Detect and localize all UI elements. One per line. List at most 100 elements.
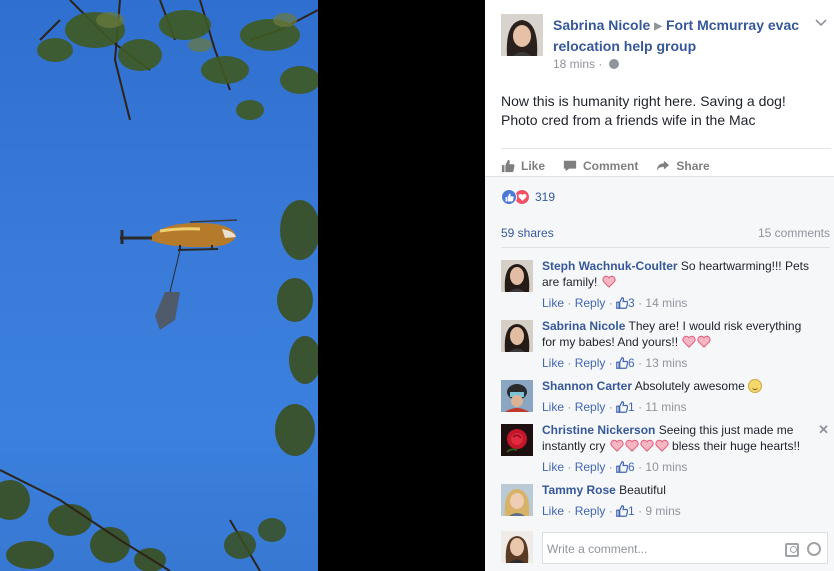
comment-button[interactable]: Comment [563,159,638,173]
comment-body: Shannon Carter Absolutely awesome [542,378,817,394]
author-name[interactable]: Sabrina Nicole [553,17,650,33]
comment-text: Beautiful [619,483,666,497]
meta-separator: · [598,57,603,71]
comment-body: Christine Nickerson Seeing this just mad… [542,422,817,454]
post-sidebar: Sabrina Nicole ▶ Fort Mcmurray evac reloca… [485,0,834,571]
post-text: Now this is humanity right here. Saving … [501,93,786,128]
composer-icons [785,542,821,557]
comment-like-link[interactable]: Like [542,400,564,414]
thumbs-up-icon [616,461,629,473]
share-button[interactable]: Share [656,158,710,173]
comment-item: Tammy Rose Beautiful Like · Reply · 1 · 9… [501,482,817,522]
heart-emoji-icon [682,335,697,348]
comment-like-link[interactable]: Like [542,460,564,474]
comment-footer: Like · Reply · 3 · 14 mins [542,296,687,310]
like-button[interactable]: Like [501,159,545,173]
comment-item: Shannon Carter Absolutely awesome Like ·… [501,378,817,418]
camera-icon[interactable] [785,543,799,557]
comment-body: Tammy Rose Beautiful [542,482,817,498]
separator: · [634,356,646,370]
heart-emoji-icon [625,439,639,452]
globe-icon [608,59,619,69]
comment-label: Comment [583,158,639,173]
photo-letterbox [318,0,485,571]
like-label: Like [521,158,546,173]
comment-timestamp[interactable]: 13 mins [645,356,687,370]
chevron-down-icon[interactable] [815,16,827,30]
separator: · [564,400,575,414]
commenter-avatar[interactable] [501,260,533,292]
comment-reply-link[interactable]: Reply [575,356,606,370]
photo-scene [0,0,318,571]
share-label: Share [676,158,710,173]
commenter-avatar[interactable] [501,380,533,412]
comment-text-trailing: bless their huge hearts!! [672,439,801,453]
comment-like-count[interactable]: 3 [628,296,635,310]
author-avatar[interactable] [501,14,543,56]
post-meta: 18 mins · [553,57,619,71]
comment-timestamp[interactable]: 14 mins [645,296,687,310]
arrow-right-icon: ▶ [654,21,662,32]
comment-like-link[interactable]: Like [542,296,564,310]
author-line: Sabrina Nicole ▶ Fort Mcmurray evac reloca… [553,16,808,56]
commenter-avatar[interactable] [501,424,533,456]
like-reaction-icon [501,189,517,205]
comment-reply-link[interactable]: Reply [575,504,606,518]
close-icon[interactable]: ✕ [818,422,829,438]
post-photo[interactable] [0,0,318,571]
comment-input[interactable]: Write a comment... [542,532,828,564]
comment-item: Christine Nickerson Seeing this just mad… [501,422,829,478]
comment-footer: Like · Reply · 6 · 13 mins [542,356,687,370]
commenter-name[interactable]: Tammy Rose [542,483,616,497]
separator: · [634,504,646,518]
commenter-name[interactable]: Steph Wachnuk-Coulter [542,259,678,273]
separator: · [605,460,617,474]
post-timestamp[interactable]: 18 mins [553,57,595,71]
share-comment-counts: 59 shares 15 comments [501,226,830,240]
separator: · [605,356,617,370]
comment-composer: Write a comment... [501,529,831,564]
thumbs-up-icon [616,401,629,413]
share-arrow-icon [657,160,670,171]
viewer-avatar [501,531,533,563]
comment-reply-link[interactable]: Reply [575,400,606,414]
comment-like-count[interactable]: 1 [628,400,635,414]
comment-reply-link[interactable]: Reply [575,296,606,310]
commenter-name[interactable]: Sabrina Nicole [542,319,625,333]
separator: · [605,296,617,310]
separator: · [564,296,575,310]
thumbs-up-icon [616,505,629,517]
comment-like-count[interactable]: 1 [628,504,635,518]
commenter-name[interactable]: Christine Nickerson [542,423,655,437]
comment-like-link[interactable]: Like [542,504,564,518]
thumbs-up-icon [501,159,515,172]
commenter-avatar[interactable] [501,320,533,352]
separator: · [605,400,617,414]
separator: · [634,296,646,310]
comment-like-count[interactable]: 6 [628,460,635,474]
comment-input-placeholder: Write a comment... [547,542,648,556]
comment-reply-link[interactable]: Reply [575,460,606,474]
separator: · [564,356,575,370]
comment-timestamp[interactable]: 11 mins [645,400,686,414]
comment-like-link[interactable]: Like [542,356,564,370]
comments-count[interactable]: 15 comments [758,226,830,240]
commenter-name[interactable]: Shannon Carter [542,379,632,393]
reaction-count: 319 [535,190,556,204]
heart-emoji-icon [655,439,669,452]
heart-emoji-icon [697,335,712,348]
shares-count[interactable]: 59 shares [501,226,554,240]
comment-timestamp[interactable]: 9 mins [645,504,680,518]
separator: · [634,460,646,474]
comment-timestamp[interactable]: 10 mins [645,460,687,474]
reaction-summary[interactable]: 319 [501,187,555,207]
emoji-icon[interactable] [807,542,821,556]
comment-item: Steph Wachnuk-Coulter So heartwarming!!!… [501,258,817,314]
commenter-avatar[interactable] [501,484,533,516]
comment-footer: Like · Reply · 1 · 9 mins [542,504,681,518]
comment-footer: Like · Reply · 6 · 10 mins [542,460,687,474]
comment-like-count[interactable]: 6 [628,356,635,370]
separator: · [634,400,646,414]
comment-body: Sabrina Nicole They are! I would risk ev… [542,318,817,350]
separator: · [564,460,575,474]
